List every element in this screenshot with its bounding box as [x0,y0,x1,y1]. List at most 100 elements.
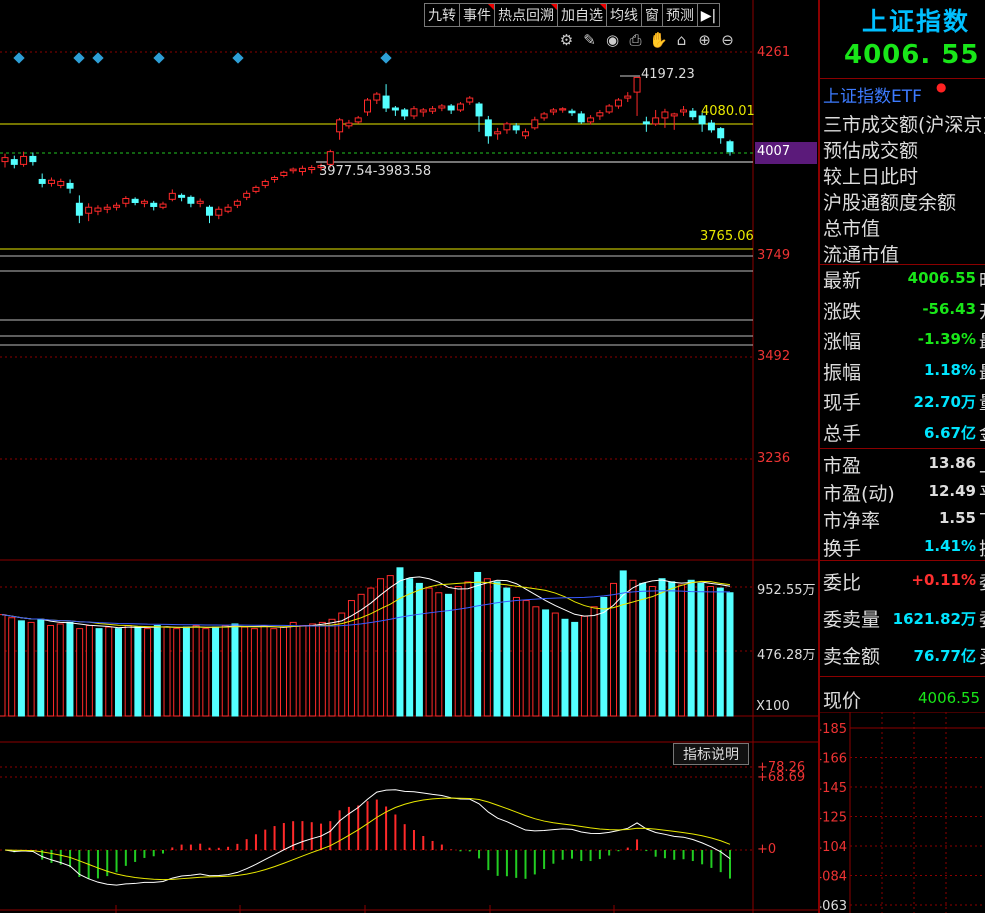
gear-icon[interactable]: ⚙ [557,31,576,49]
mini-axis-label: 4145 [820,781,847,796]
candle-body [308,167,316,171]
stats-tail: 开 [979,298,985,324]
candle-body [233,200,241,206]
volume-axis-high: 952.55万 [757,583,816,598]
stock-chart-canvas[interactable] [0,0,818,913]
candle-body [252,186,260,192]
candle-body [661,111,669,119]
hotspot-review-button[interactable]: 热点回溯 [495,3,558,27]
mini-axis-label: 4166 [820,752,847,767]
stats-label: 现手 [823,392,862,414]
candle-body [419,109,427,113]
volume-bar [629,579,637,717]
candle-body [484,119,492,137]
candle-body [707,122,715,131]
zoom-out-icon[interactable]: ⊖ [718,31,737,49]
candle-body [614,99,622,107]
candle-body [633,76,641,93]
candle-body [113,204,121,208]
volume-bar [677,584,685,717]
volume-bar [396,567,404,717]
forecast-button[interactable]: 预测 [663,3,698,27]
nine-turn-button[interactable]: 九转 [424,3,460,27]
volume-bar [386,575,394,717]
candle-body [540,113,548,119]
ratios-value: 13.86 [928,454,976,472]
lock-icon[interactable]: ⌂ [672,31,691,49]
info-row-turnover: 三市成交额(沪深京) [823,114,985,136]
axis-label-3236: 3236 [757,451,791,466]
candle-body [57,180,65,186]
candle-body [717,128,725,139]
orders-value: 76.77亿 [913,647,976,665]
volume-bar [357,593,365,717]
orders-value: 1621.82万 [892,610,976,628]
candle-body [642,121,650,125]
candle-body [10,159,18,165]
volume-bar [299,625,307,717]
stats-value: 4006.55 [907,269,976,287]
orders-tail: 委 [979,569,985,595]
stats-label: 涨跌 [823,300,862,323]
info-row-estimated: 预估成交额 [823,140,919,162]
moving-average-button[interactable]: 均线 [607,3,642,27]
current-price-value: 4006.55 [918,689,981,707]
volume-bar [328,618,336,717]
mini-axis-label: 4084 [820,870,847,885]
volume-bar [425,587,433,717]
indicator-help-button[interactable]: 指标说明 [673,743,749,765]
panel-divider [820,448,985,449]
candle-body [512,125,520,131]
window-button[interactable]: 窗 [642,3,663,27]
eye-icon[interactable]: ◉ [603,31,622,49]
events-button[interactable]: 事件 [460,3,495,27]
candle-body [345,122,353,127]
orders-tail: 委 [979,606,985,632]
volume-bar [289,621,297,717]
candle-body [215,208,223,216]
candle-body [577,113,585,123]
volume-bar [542,609,550,717]
print-icon[interactable]: ⎙ [626,31,645,49]
volume-bar [474,571,482,717]
candle-body [531,119,539,129]
volume-bar [105,626,113,717]
candle-body [103,206,111,210]
volume-bar [270,628,278,717]
candle-body [391,107,399,111]
expand-panel-icon[interactable]: ▶| [698,3,720,27]
candle-body [401,109,409,117]
volume-bar [221,625,229,717]
stats-value: 22.70万 [913,393,976,411]
volume-bar [318,621,326,717]
candle-body [178,194,186,198]
pencil-icon[interactable]: ✎ [580,31,599,49]
candle-body [85,206,93,214]
candle-body [503,123,511,131]
zoom-in-icon[interactable]: ⊕ [695,31,714,49]
volume-bar [8,617,16,717]
candle-body [224,206,232,212]
candle-body [680,109,688,113]
ratios-label: 换手 [823,537,862,560]
candle-body [587,117,595,123]
candle-body [456,103,464,111]
hand-icon[interactable]: ✋ [649,31,668,49]
volume-bar [532,606,540,717]
ratios-tail: 下 [979,507,985,533]
orders-label: 卖金额 [823,646,881,668]
stats-tail: 昨 [979,267,985,293]
candle-body [150,202,158,207]
add-watchlist-button[interactable]: 加自选 [558,3,607,27]
volume-bar [726,592,734,717]
axis-label-3749: 3749 [757,248,791,263]
current-price-tag: 4007 [755,142,817,164]
volume-bar [0,614,6,717]
stats-value: -1.39% [917,330,976,348]
etf-link[interactable]: 上证指数ETF [823,82,922,107]
current-price-label: 现价 [823,690,862,712]
ratios-value: 1.41% [923,536,976,555]
panel-divider [820,560,985,561]
volume-bar [85,625,93,717]
axis-label-4261: 4261 [757,45,791,60]
